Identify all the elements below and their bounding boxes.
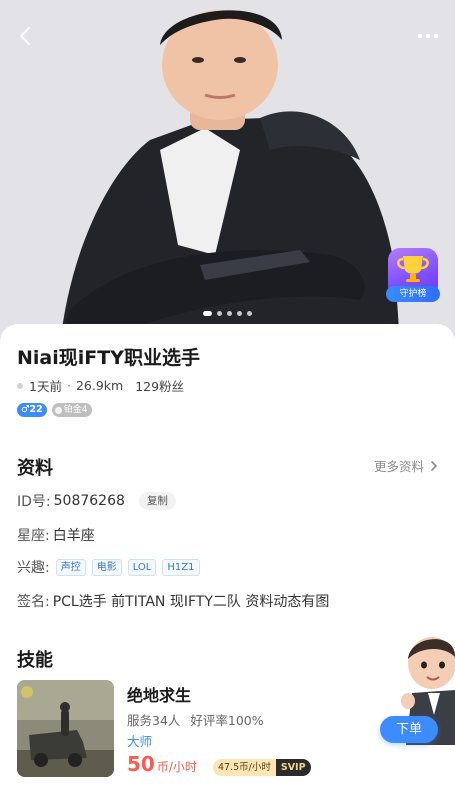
signature-value: PCL选手 前TITAN 现IFTY二队 资料动态有图 — [52, 594, 330, 610]
carousel-dot-active[interactable] — [203, 311, 212, 316]
zodiac-label: 星座: — [17, 528, 50, 544]
skill-price: 50 币/小时 — [127, 752, 197, 776]
chevron-left-icon — [19, 26, 31, 46]
more-options-button[interactable] — [415, 26, 441, 46]
more-dots-icon — [417, 33, 439, 39]
profile-hero-carousel[interactable]: 守护榜 — [0, 0, 455, 345]
online-status-dot — [17, 382, 23, 389]
last-active-text: 1天前 — [29, 379, 62, 394]
gender-age-badge: ♂22 — [17, 403, 47, 417]
id-row: ID号: 50876268 复制 — [17, 491, 176, 511]
skills-section-title: 技能 — [17, 650, 53, 671]
distance-text: 26.9km — [75, 378, 124, 393]
interest-tag: LOL — [127, 558, 157, 576]
svip-price: 47.5币/小时 — [213, 759, 276, 776]
guard-label: 守护榜 — [386, 286, 440, 302]
skill-level: 大师 — [127, 734, 153, 749]
id-label: ID号: — [17, 494, 51, 510]
fans-count[interactable]: 129粉丝 — [135, 376, 184, 395]
more-info-label: 更多资料 — [373, 459, 424, 474]
skill-stats: 服务34人 好评率100% — [127, 710, 264, 729]
chevron-right-icon — [431, 460, 438, 471]
rank-label: 铂金4 — [63, 405, 88, 415]
zodiac-row: 星座: 白羊座 — [17, 525, 95, 545]
guard-ranking-button[interactable]: 守护榜 — [386, 248, 440, 304]
svip-label: SVIP — [275, 759, 311, 776]
trophy-icon — [397, 256, 429, 282]
price-unit: 币/小时 — [156, 760, 197, 774]
profile-name: Niai现iFTY职业选手 — [17, 347, 200, 369]
served-count: 服务34人 — [127, 713, 181, 728]
signature-row: 签名: PCL选手 前TITAN 现IFTY二队 资料动态有图 — [17, 591, 329, 611]
svip-price-badge: 47.5币/小时 SVIP — [213, 759, 311, 776]
game-cover-image — [17, 680, 114, 777]
order-button[interactable]: 下单 — [380, 716, 438, 743]
rank-icon — [54, 406, 62, 414]
meta-separator: · — [66, 378, 71, 393]
carousel-indicator — [203, 311, 252, 316]
back-button[interactable] — [12, 22, 40, 50]
rank-badge: 铂金4 — [51, 403, 93, 417]
interests-label: 兴趣: — [17, 560, 50, 576]
signature-label: 签名: — [17, 594, 50, 610]
id-value: 50876268 — [53, 493, 125, 509]
profile-tags: ♂22 铂金4 — [17, 403, 93, 417]
interest-tag: 声控 — [55, 558, 86, 576]
carousel-dot[interactable] — [227, 311, 232, 316]
carousel-dot[interactable] — [237, 311, 242, 316]
profile-meta: 1天前 · 26.9km 129粉丝 — [17, 376, 184, 395]
more-info-link[interactable]: 更多资料 — [374, 456, 438, 475]
carousel-dot[interactable] — [247, 311, 252, 316]
skill-thumbnail[interactable] — [17, 680, 114, 777]
zodiac-value: 白羊座 — [52, 528, 95, 544]
carousel-dot[interactable] — [217, 311, 222, 316]
interests-row: 兴趣: 声控 电影 LOL H1Z1 — [17, 557, 200, 577]
price-value: 50 — [127, 752, 155, 776]
interest-tag: 电影 — [91, 558, 122, 576]
rating-text: 好评率100% — [190, 713, 264, 728]
interest-tag: H1Z1 — [162, 558, 200, 576]
skill-name[interactable]: 绝地求生 — [127, 682, 191, 706]
info-section-title: 资料 — [17, 458, 53, 479]
copy-id-button[interactable]: 复制 — [138, 492, 176, 510]
